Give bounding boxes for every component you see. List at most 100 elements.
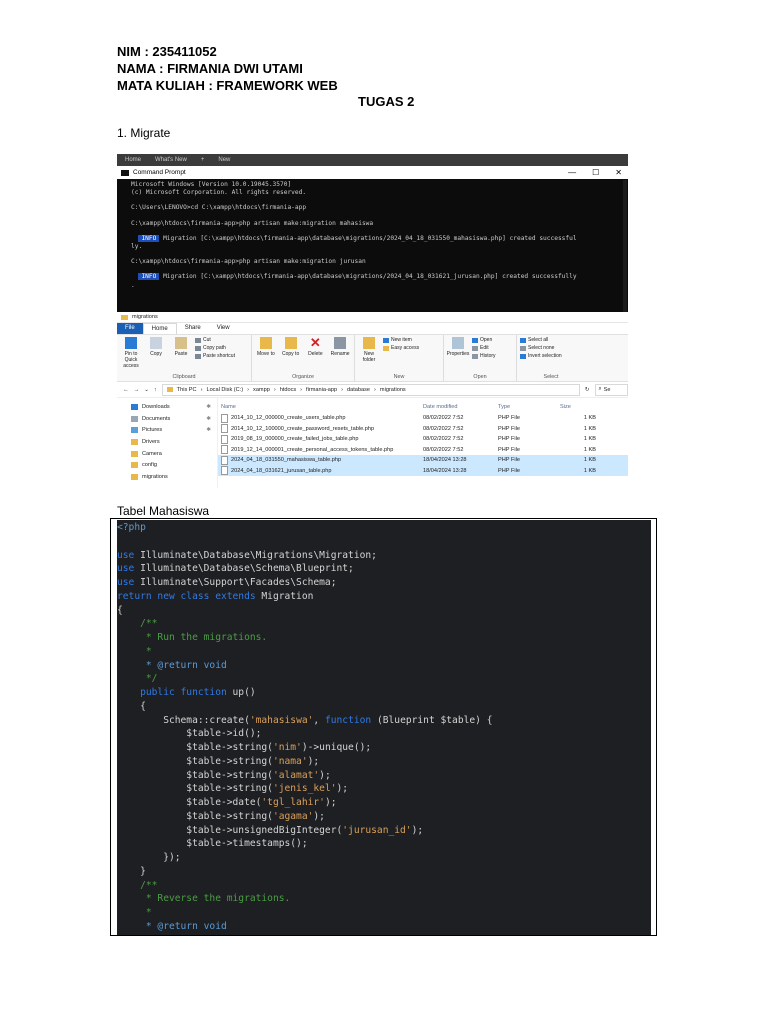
tab-home[interactable]: Home bbox=[142, 323, 177, 334]
tab-whats-new[interactable]: What's New bbox=[155, 154, 187, 166]
copy-to-icon bbox=[284, 337, 297, 349]
organize-group: Move to Copy to ✕ Delete Rename Organize bbox=[252, 335, 355, 381]
breadcrumb-firmania-app[interactable]: firmania-app bbox=[306, 387, 337, 393]
new-item-button[interactable]: New item bbox=[383, 337, 419, 343]
nav-item-migrations[interactable]: migrations bbox=[131, 471, 217, 483]
code-comment: * Reverse the migrations. bbox=[117, 893, 291, 905]
select-all-button[interactable]: Select all bbox=[520, 337, 562, 343]
code-screenshot-frame: <?php use Illuminate\Database\Migrations… bbox=[110, 518, 657, 936]
terminal-scrollbar[interactable] bbox=[623, 180, 627, 312]
file-row[interactable]: 2014_10_12_000000_create_users_table.php… bbox=[218, 413, 628, 424]
new-folder-button[interactable]: New folder bbox=[358, 337, 380, 363]
invert-selection-button[interactable]: Invert selection bbox=[520, 353, 562, 359]
copy-path-button[interactable]: Copy path bbox=[195, 345, 235, 351]
easy-access-icon bbox=[383, 345, 389, 351]
tab-share[interactable]: Share bbox=[177, 323, 209, 334]
copy-to-button[interactable]: Copy to bbox=[280, 337, 302, 357]
code-token: Schema::create( bbox=[117, 714, 250, 726]
history-button[interactable]: History bbox=[472, 353, 496, 359]
file-row[interactable]: 2014_10_12_100000_create_password_resets… bbox=[218, 424, 628, 435]
ribbon-tabs: File Home Share View bbox=[117, 323, 628, 334]
file-row-selected[interactable]: 2024_04_18_031621_jurusan_table.php 18/04… bbox=[218, 465, 628, 476]
downloads-icon bbox=[131, 403, 138, 410]
properties-button[interactable]: Properties bbox=[447, 337, 469, 357]
student-nim: NIM : 235411052 bbox=[117, 44, 217, 59]
tab-file[interactable]: File bbox=[117, 323, 143, 334]
move-to-button[interactable]: Move to bbox=[255, 337, 277, 357]
code-listing: <?php use Illuminate\Database\Migrations… bbox=[117, 520, 651, 934]
code-token: $table->unsignedBigInteger( bbox=[117, 824, 343, 836]
nav-item-drivers[interactable]: Drivers bbox=[131, 436, 217, 448]
address-bar[interactable]: This PC › Local Disk (C:) › xampp › htdocs ›… bbox=[161, 383, 580, 396]
properties-icon bbox=[452, 337, 464, 349]
file-explorer-screenshot: migrations File Home Share View Pin to Q… bbox=[117, 312, 628, 489]
refresh-icon[interactable]: ↻ bbox=[585, 387, 590, 393]
terminal-line: C:\Users\LENOVO>cd C:\xampp\htdocs\firma… bbox=[131, 204, 307, 212]
tab-home[interactable]: Home bbox=[125, 154, 141, 166]
easy-access-button[interactable]: Easy access bbox=[383, 345, 419, 351]
code-token: ); bbox=[411, 824, 424, 836]
column-size[interactable]: Size bbox=[560, 404, 596, 410]
copy-button[interactable]: Copy bbox=[145, 337, 167, 357]
pin-quick-access-button[interactable]: Pin to Quick access bbox=[120, 337, 142, 369]
edit-button[interactable]: Edit bbox=[472, 345, 496, 351]
code-token: }); bbox=[117, 852, 181, 863]
php-file-icon bbox=[221, 455, 228, 465]
group-caption: Open bbox=[473, 374, 487, 380]
forward-arrow-icon[interactable]: → bbox=[134, 387, 140, 393]
open-button[interactable]: Open bbox=[472, 337, 496, 343]
assignment-title: TUGAS 2 bbox=[358, 94, 415, 109]
code-string: 'agama' bbox=[272, 810, 314, 822]
quick-access-toolbar: migrations bbox=[117, 312, 628, 323]
breadcrumb-database[interactable]: database bbox=[347, 387, 370, 393]
recent-chevron-icon[interactable]: ⌄ bbox=[144, 387, 149, 393]
cut-button[interactable]: Cut bbox=[195, 337, 235, 343]
terminal-line: (c) Microsoft Corporation. All rights re… bbox=[131, 189, 307, 197]
file-row-selected[interactable]: 2024_04_18_031550_mahasiswa_table.php 18/… bbox=[218, 455, 628, 466]
column-type[interactable]: Type bbox=[498, 404, 560, 410]
new-tab-button[interactable]: + bbox=[201, 154, 205, 166]
nav-item-pictures[interactable]: Pictures ✱ bbox=[131, 424, 217, 436]
select-group: Select all Select none Invert selection … bbox=[517, 335, 585, 381]
folder-icon bbox=[166, 387, 173, 392]
delete-button[interactable]: ✕ Delete bbox=[305, 335, 327, 357]
tab-view[interactable]: View bbox=[209, 323, 238, 334]
new-folder-icon bbox=[363, 337, 375, 349]
code-token: $table->id(); bbox=[117, 728, 262, 740]
breadcrumb-xampp[interactable]: xampp bbox=[253, 387, 270, 393]
maximize-button[interactable]: ☐ bbox=[592, 168, 599, 177]
up-arrow-icon[interactable]: ↑ bbox=[154, 387, 157, 393]
cmd-window-title: Command Prompt bbox=[133, 169, 186, 176]
code-token: ); bbox=[336, 783, 349, 795]
breadcrumb-migrations[interactable]: migrations bbox=[380, 387, 406, 393]
code-token: $table->string( bbox=[117, 810, 273, 822]
minimize-button[interactable]: — bbox=[568, 168, 576, 177]
back-arrow-icon[interactable]: ← bbox=[123, 387, 129, 393]
nav-item-camera[interactable]: Camera bbox=[131, 448, 217, 460]
file-row[interactable]: 2019_08_19_000000_create_failed_jobs_tab… bbox=[218, 434, 628, 445]
nav-item-documents[interactable]: Documents ✱ bbox=[131, 413, 217, 425]
breadcrumb-htdocs[interactable]: htdocs bbox=[280, 387, 296, 393]
rename-button[interactable]: Rename bbox=[329, 337, 351, 357]
select-none-button[interactable]: Select none bbox=[520, 345, 562, 351]
tab-new[interactable]: New bbox=[218, 154, 230, 166]
file-row[interactable]: 2019_12_14_000001_create_personal_access… bbox=[218, 445, 628, 456]
php-file-icon bbox=[221, 445, 228, 455]
code-token: , bbox=[313, 714, 325, 726]
select-none-icon bbox=[520, 345, 526, 351]
column-date[interactable]: Date modified bbox=[423, 404, 498, 410]
terminal-line: Microsoft Windows [Version 10.0.19045.35… bbox=[131, 181, 292, 188]
code-token: { bbox=[117, 700, 146, 712]
close-button[interactable]: ✕ bbox=[615, 168, 622, 177]
open-icon bbox=[472, 337, 478, 343]
paste-shortcut-button[interactable]: Paste shortcut bbox=[195, 353, 235, 359]
column-name[interactable]: Name bbox=[218, 404, 423, 410]
paste-button[interactable]: Paste bbox=[170, 337, 192, 357]
breadcrumb-this-pc[interactable]: This PC bbox=[177, 387, 197, 393]
nav-item-downloads[interactable]: Downloads ✱ bbox=[131, 401, 217, 413]
search-icon: ⌕ bbox=[598, 386, 602, 392]
breadcrumb-local-disk[interactable]: Local Disk (C:) bbox=[206, 387, 243, 393]
delete-icon: ✕ bbox=[309, 335, 321, 350]
nav-item-config[interactable]: config bbox=[131, 459, 217, 471]
search-input[interactable]: ⌕ Se bbox=[594, 383, 628, 396]
